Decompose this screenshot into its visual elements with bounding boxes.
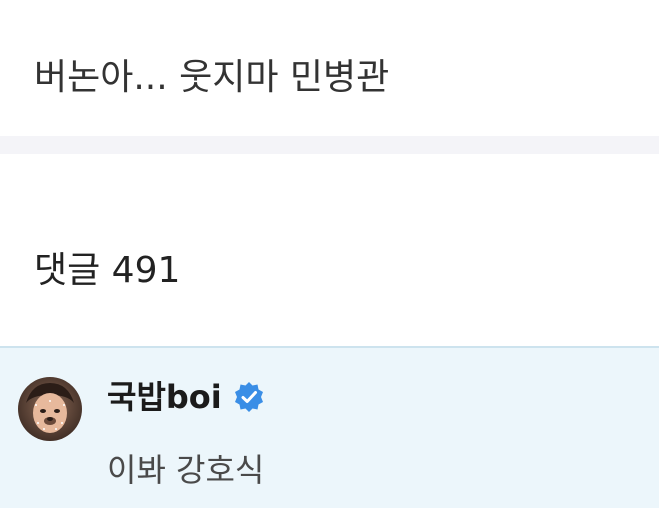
comment-text: 이봐 강호식: [107, 451, 265, 489]
comments-count-header: 댓글 491: [34, 250, 181, 291]
post-page: 버논아... 웃지마 민병관 댓글 491 국밥boi 이봐 강호식: [0, 0, 659, 508]
comment-author-name[interactable]: 국밥boi: [107, 374, 222, 420]
post-title: 버논아... 웃지마 민병관: [34, 57, 390, 98]
section-divider: [0, 136, 659, 154]
comment-item-highlighted[interactable]: [0, 346, 659, 508]
avatar[interactable]: [18, 377, 82, 441]
comment-author-row: 국밥boi: [107, 374, 266, 420]
user-avatar-icon: [18, 377, 82, 441]
verified-badge-icon: [232, 380, 266, 414]
